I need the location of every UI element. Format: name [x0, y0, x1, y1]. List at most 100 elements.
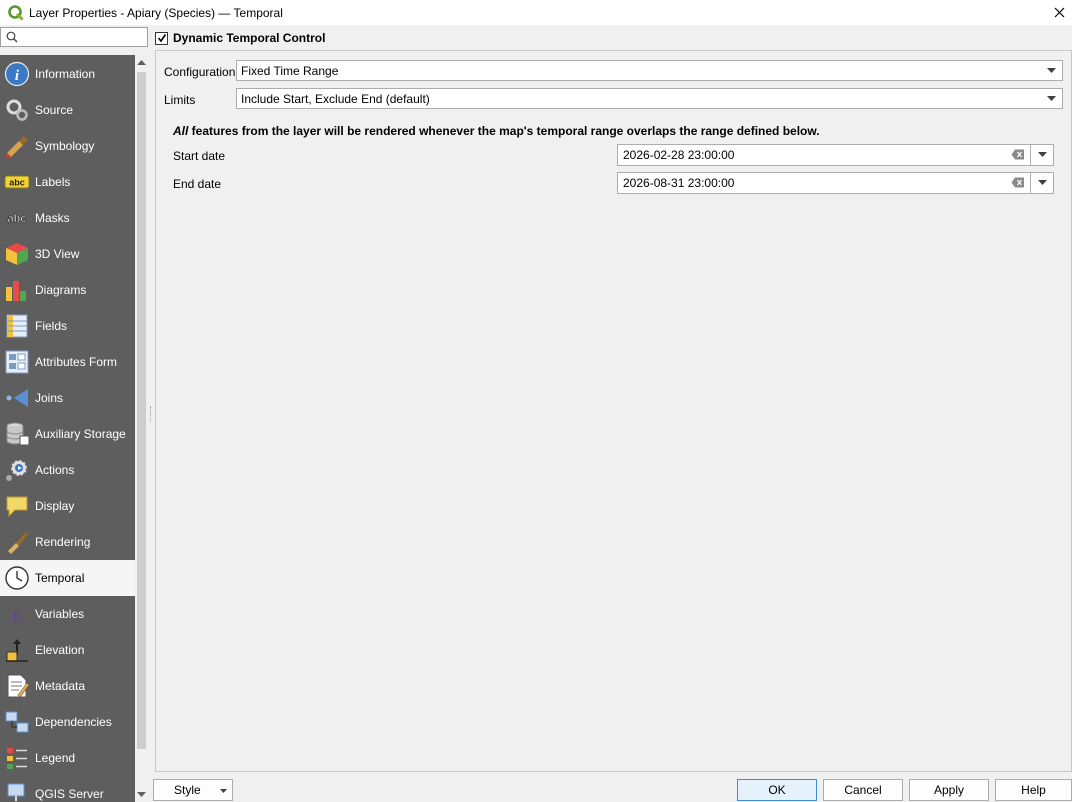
sidebar-item-label: Actions — [35, 463, 75, 477]
sidebar-item-information[interactable]: i Information — [0, 56, 135, 92]
sidebar-item-variables[interactable]: ε Variables — [0, 596, 135, 632]
help-button[interactable]: Help — [995, 779, 1072, 801]
sidebar-item-label: Temporal — [35, 571, 85, 585]
help-button-label: Help — [1021, 783, 1046, 797]
display-icon — [6, 496, 28, 518]
sidebar-item-label: Elevation — [35, 643, 85, 657]
sidebar-item-label: Dependencies — [35, 715, 112, 729]
qgis-logo-icon — [8, 4, 24, 21]
auxiliary-storage-icon — [6, 422, 30, 446]
sidebar-item-label: Fields — [35, 319, 68, 333]
qgis-server-icon — [7, 783, 25, 802]
sidebar-item-qgis-server[interactable]: QGIS Server — [0, 776, 135, 802]
clear-icon[interactable] — [1011, 177, 1025, 188]
chevron-down-icon — [1047, 68, 1056, 73]
temporal-icon — [5, 566, 29, 590]
scrollbar-thumb[interactable] — [137, 72, 146, 749]
sidebar-item-label: Masks — [35, 211, 70, 225]
scroll-up-arrow-icon[interactable] — [137, 59, 146, 65]
diagrams-icon — [6, 281, 26, 301]
sidebar-item-auxiliary-storage[interactable]: Auxiliary Storage — [0, 416, 135, 452]
apply-button-label: Apply — [933, 783, 965, 797]
dependencies-icon — [5, 711, 29, 733]
sidebar-item-label: Joins — [35, 391, 64, 405]
start-date-edit[interactable] — [617, 144, 1054, 166]
close-icon — [1054, 7, 1064, 18]
style-button-label: Style — [174, 783, 201, 797]
svg-text:abc: abc — [8, 213, 27, 225]
sidebar-item-dependencies[interactable]: Dependencies — [0, 704, 135, 740]
sidebar-item-rendering[interactable]: Rendering — [0, 524, 135, 560]
sidebar-item-3d-view[interactable]: 3D View — [0, 236, 135, 272]
style-button[interactable]: Style — [153, 779, 233, 801]
start-date-dropdown-button[interactable] — [1030, 145, 1053, 165]
end-date-label: End date — [173, 177, 222, 191]
sidebar-item-label: Legend — [35, 751, 76, 765]
fields-icon — [6, 314, 28, 338]
start-date-label: Start date — [173, 149, 226, 163]
sidebar-item-label: Source — [35, 103, 74, 117]
configuration-value: Fixed Time Range — [241, 63, 339, 78]
start-date-input[interactable] — [621, 147, 1005, 163]
end-date-dropdown-button[interactable] — [1030, 173, 1053, 193]
rendering-icon — [8, 532, 28, 554]
limits-combobox[interactable]: Include Start, Exclude End (default) — [236, 88, 1063, 109]
sidebar-item-fields[interactable]: Fields — [0, 308, 135, 344]
sidebar-item-joins[interactable]: Joins — [0, 380, 135, 416]
dynamic-temporal-control-checkbox[interactable]: Dynamic Temporal Control — [155, 31, 325, 45]
ok-button-label: OK — [768, 783, 786, 797]
sidebar-item-metadata[interactable]: Metadata — [0, 668, 135, 704]
sidebar-item-attributes-form[interactable]: Attributes Form — [0, 344, 135, 380]
sidebar-item-diagrams[interactable]: Diagrams — [0, 272, 135, 308]
source-icon — [6, 99, 28, 121]
attributes-form-icon — [5, 350, 29, 374]
symbology-icon — [4, 136, 28, 159]
sidebar-item-labels[interactable]: abc Labels — [0, 164, 135, 200]
close-button[interactable] — [1046, 0, 1072, 25]
sidebar-item-label: Diagrams — [35, 283, 87, 297]
sidebar-item-label: Labels — [35, 175, 71, 189]
limits-label: Limits — [164, 93, 196, 107]
sidebar-item-source[interactable]: Source — [0, 92, 135, 128]
variables-icon: ε — [12, 602, 22, 626]
checkbox[interactable] — [155, 31, 168, 45]
chevron-down-icon — [220, 789, 227, 793]
legend-icon — [7, 748, 27, 769]
masks-icon: abc — [7, 213, 27, 226]
cancel-button[interactable]: Cancel — [823, 779, 903, 801]
ok-button[interactable]: OK — [737, 779, 817, 801]
configuration-combobox[interactable]: Fixed Time Range — [236, 60, 1063, 81]
sidebar-item-label: Information — [35, 67, 96, 81]
sidebar-item-display[interactable]: Display — [0, 488, 135, 524]
sidebar-item-label: Symbology — [35, 139, 95, 153]
sidebar-item-temporal[interactable]: Temporal — [0, 560, 135, 596]
splitter-handle[interactable] — [150, 406, 153, 422]
sidebar-item-symbology[interactable]: Symbology — [0, 128, 135, 164]
sidebar-item-legend[interactable]: Legend — [0, 740, 135, 776]
end-date-edit[interactable] — [617, 172, 1054, 194]
sidebar-item-masks[interactable]: abc Masks — [0, 200, 135, 236]
sidebar-item-label: Rendering — [35, 535, 91, 549]
sidebar-scrollbar[interactable] — [135, 55, 148, 802]
sidebar-item-label: Attributes Form — [35, 355, 118, 369]
title-bar: Layer Properties - Apiary (Species) — Te… — [0, 0, 1072, 25]
apply-button[interactable]: Apply — [909, 779, 989, 801]
end-date-input[interactable] — [621, 175, 1005, 191]
search-box[interactable] — [0, 27, 148, 47]
sidebar-item-elevation[interactable]: Elevation — [0, 632, 135, 668]
actions-icon — [6, 459, 28, 481]
scroll-down-arrow-icon[interactable] — [137, 792, 146, 798]
range-info-text: All features from the layer will be rend… — [173, 124, 820, 138]
svg-text:ε: ε — [12, 602, 22, 626]
sidebar-item-label: Variables — [35, 607, 85, 621]
configuration-label: Configuration — [164, 65, 236, 79]
sidebar-item-actions[interactable]: Actions — [0, 452, 135, 488]
svg-text:abc: abc — [9, 178, 25, 188]
search-input[interactable] — [21, 29, 147, 47]
clear-icon[interactable] — [1011, 149, 1025, 160]
range-info-body: features from the layer will be rendered… — [188, 124, 820, 138]
sidebar-item-label: Auxiliary Storage — [35, 427, 126, 441]
sidebar-item-label: Metadata — [35, 679, 86, 693]
range-info-emphasis: All — [173, 124, 189, 138]
elevation-icon — [6, 639, 28, 662]
